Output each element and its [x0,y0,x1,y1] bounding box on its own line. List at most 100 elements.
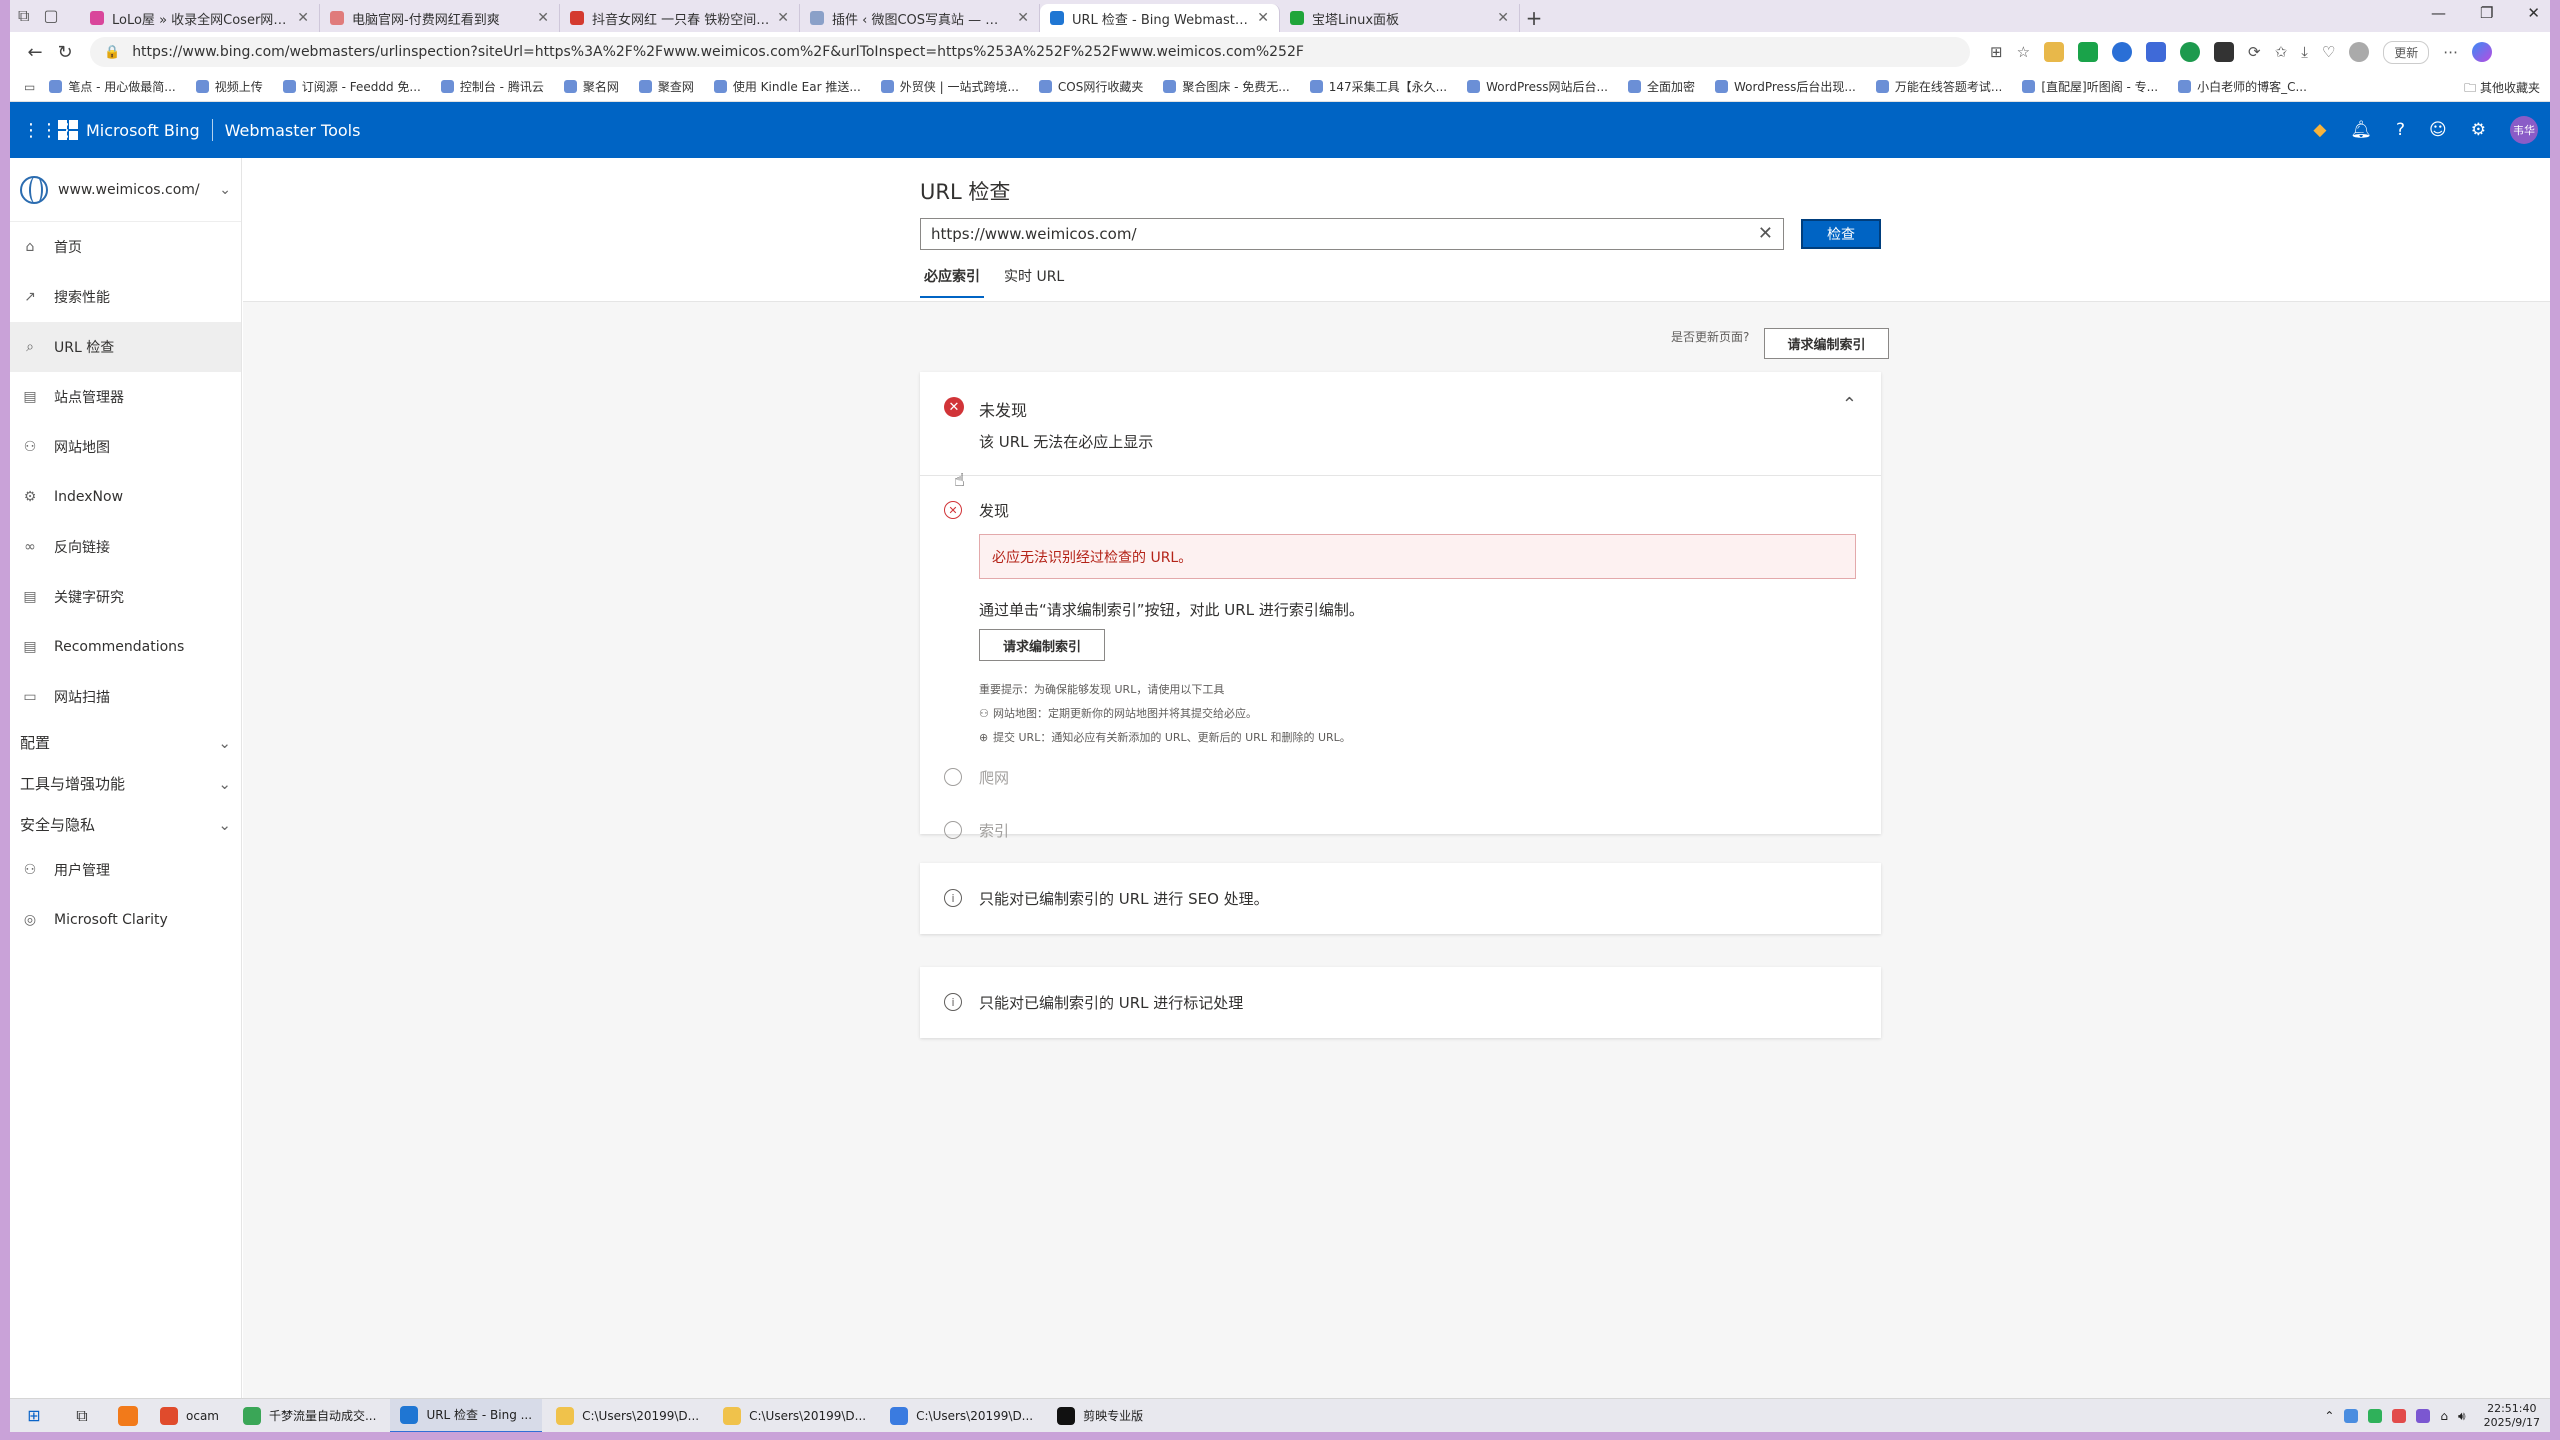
taskbar-app[interactable]: C:\Users\20199\D... [713,1399,876,1433]
tab-actions-icon[interactable]: ▢ [43,6,58,26]
url-inspect-input[interactable]: https://www.weimicos.com/ ✕ [920,218,1784,250]
sidebar-group[interactable]: 工具与增强功能 ⌄ [10,763,241,804]
reader-icon[interactable]: ⊞ [1990,43,2003,61]
restore-button[interactable]: ❐ [2480,4,2493,22]
sidebar-item[interactable]: ◎ Microsoft Clarity [10,895,241,945]
sidebar-group[interactable]: 配置 ⌄ [10,722,241,763]
more-icon[interactable]: ⋯ [2443,43,2458,61]
tab-close-icon[interactable]: ✕ [537,10,549,26]
sidebar-item[interactable]: ⚇ 网站地图 [10,422,241,472]
bookmark-item[interactable]: 视频上传 [195,78,263,95]
favorite-star-icon[interactable]: ☆ [2017,43,2030,61]
tray-app-icon[interactable] [2344,1409,2359,1423]
back-icon[interactable]: ← [20,42,50,63]
help-icon[interactable]: ? [2396,120,2405,140]
copilot-icon[interactable] [2472,42,2493,62]
taskbar-app[interactable]: 剪映专业版 [1047,1399,1153,1433]
lock-icon[interactable]: 🔒 [104,45,120,60]
dark-extension-icon[interactable] [2214,42,2235,62]
taskbar-app[interactable]: C:\Users\20199\D... [546,1399,709,1433]
sidebar-item[interactable]: ▤ 关键字研究 [10,572,241,622]
heart-icon[interactable]: ♡ [2322,43,2335,61]
sidebar-item[interactable]: ▤ 站点管理器 [10,372,241,422]
pinned-app-icon[interactable] [118,1405,138,1426]
bookmark-item[interactable]: 聚名网 [563,78,619,95]
settings-gear-icon[interactable]: ⚙ [2471,120,2486,140]
app-launcher-icon[interactable]: ⋮⋮⋮ [22,120,76,141]
bookmark-item[interactable]: [直配屋]听图阁 - 专... [2022,78,2158,95]
edge-extension-icon[interactable] [2112,42,2133,62]
sidebar-item[interactable]: ▤ Recommendations [10,622,241,672]
browser-tab[interactable]: LoLo屋 » 收录全网Coser网红写真 ✕ [80,4,320,32]
download-icon[interactable]: ⤓ [2301,43,2308,61]
minimize-button[interactable]: — [2431,4,2446,22]
clock[interactable]: 22:51:40 2025/9/17 [2484,1402,2540,1430]
tab-close-icon[interactable]: ✕ [1257,10,1269,26]
browser-tab[interactable]: 插件 ‹ 微图COS写真站 — WordPr ✕ [800,4,1040,32]
address-bar[interactable]: 🔒 https://www.bing.com/webmasters/urlins… [90,37,1970,67]
tip-submit-url[interactable]: 提交 URL：通知必应有关新添加的 URL、更新后的 URL 和删除的 URL。 [993,731,1351,744]
new-tab-button[interactable]: + [1520,4,1548,32]
tab-bing-index[interactable]: 必应索引 [920,266,984,298]
reading-list-icon[interactable]: ▭ [24,80,35,94]
bookmark-item[interactable]: 小白老师的博客_C... [2178,78,2307,95]
network-icon[interactable]: ⌂ [2440,1409,2448,1423]
other-bookmarks[interactable]: 🗀 其他收藏夹 [2464,79,2540,100]
favorites-icon[interactable]: ✩ [2275,43,2288,61]
request-indexing-button[interactable]: 请求编制索引 [979,629,1105,661]
profile-icon[interactable] [2349,42,2370,62]
workspaces-icon[interactable]: ⧉ [18,6,29,26]
tip-sitemap[interactable]: 网站地图：定期更新你的网站地图并将其提交给必应。 [993,707,1257,720]
sync-icon[interactable]: ⟳ [2248,43,2261,61]
copilot-header-icon[interactable]: ◆ [2313,120,2326,140]
bookmark-item[interactable]: 万能在线答题考试... [1875,78,2002,95]
sidebar-item[interactable]: ⌕ URL 检查 [10,322,241,372]
browser-tab[interactable]: URL 检查 - Bing Webmaster Tools ✕ [1040,4,1280,32]
site-selector[interactable]: www.weimicos.com/ ⌄ [10,158,241,222]
product-name[interactable]: Webmaster Tools [225,121,361,140]
tab-close-icon[interactable]: ✕ [777,10,789,26]
check-extension-icon[interactable] [2078,42,2099,62]
sidebar-item[interactable]: ∞ 反向链接 [10,522,241,572]
sidebar-item[interactable]: ⌂ 首页 [10,222,241,272]
chevron-up-icon[interactable]: ⌃ [1842,394,1857,415]
shield-extension-icon[interactable] [2146,42,2167,62]
bookmark-item[interactable]: 使用 Kindle Ear 推送... [713,78,861,95]
brand-name[interactable]: Microsoft Bing [86,121,200,140]
tray-app-icon[interactable] [2416,1409,2431,1423]
tray-chevron-icon[interactable]: ⌃ [2324,1409,2334,1423]
browser-tab[interactable]: 宝塔Linux面板 ✕ [1280,4,1520,32]
tray-app-icon[interactable] [2368,1409,2383,1423]
tray-app-icon[interactable] [2392,1409,2407,1423]
browser-tab[interactable]: 抖音女网红 一只春 铁粉空间 NO ✕ [560,4,800,32]
notification-bell-icon[interactable]: 🔔︎ [2350,120,2372,140]
browser-tab[interactable]: 电脑官网-付费网红看到爽 ✕ [320,4,560,32]
bookmark-item[interactable]: COS网行收藏夹 [1038,78,1143,95]
bookmark-item[interactable]: 147采集工具【永久... [1309,78,1447,95]
avatar[interactable]: 韦华 [2510,116,2538,144]
bookmark-item[interactable]: 全面加密 [1627,78,1695,95]
green-extension-icon[interactable] [2180,42,2201,62]
tab-close-icon[interactable]: ✕ [1497,10,1509,26]
refresh-icon[interactable]: ↻ [50,42,80,63]
sidebar-item[interactable]: ▭ 网站扫描 [10,672,241,722]
bookmark-item[interactable]: 笔点 - 用心做最简... [49,78,176,95]
volume-icon[interactable]: 🔊︎ [2458,1409,2466,1424]
bookmark-item[interactable]: 订阅源 - Feeddd 免... [282,78,421,95]
sidebar-group[interactable]: 安全与隐私 ⌄ [10,804,241,845]
bookmark-item[interactable]: 控制台 - 腾讯云 [440,78,544,95]
bookmark-item[interactable]: WordPress网站后台... [1467,78,1608,95]
request-indexing-button-top[interactable]: 请求编制索引 [1764,328,1889,359]
bookmark-item[interactable]: WordPress后台出现... [1715,78,1856,95]
sidebar-item[interactable]: ⚇ 用户管理 [10,845,241,895]
folder-extension-icon[interactable] [2044,42,2065,62]
feedback-smiley-icon[interactable]: ☺ [2429,120,2447,140]
update-button[interactable]: 更新 [2383,40,2430,64]
sidebar-item[interactable]: ⚙ IndexNow [10,472,241,522]
task-view-icon[interactable]: ⧉ [58,1406,106,1426]
bookmark-item[interactable]: 外贸侠 | 一站式跨境... [880,78,1019,95]
inspect-button[interactable]: 检查 [1801,219,1881,249]
taskbar-app[interactable]: URL 检查 - Bing ... [390,1398,543,1432]
taskbar-app[interactable]: 千梦流量自动成交... [233,1399,386,1433]
windows-start-icon[interactable]: ⊞ [10,1406,58,1425]
